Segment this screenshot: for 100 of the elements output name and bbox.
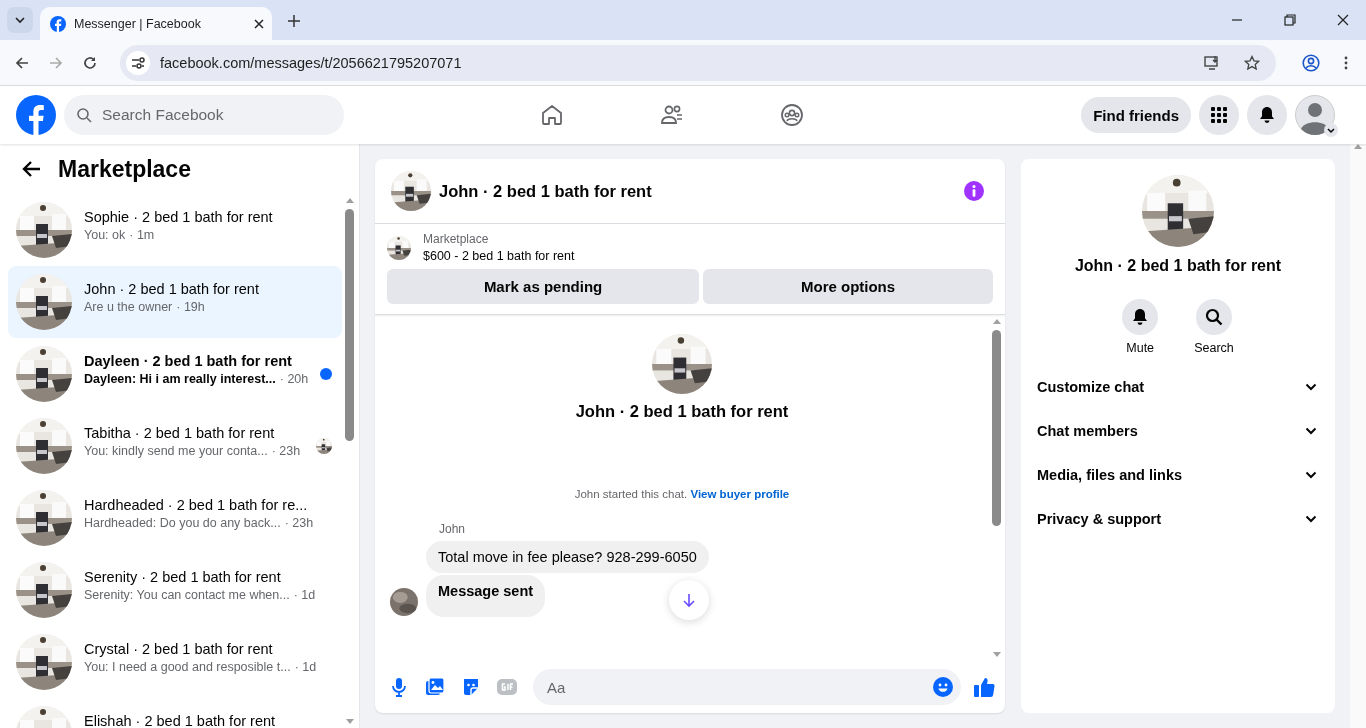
close-icon[interactable] <box>1337 14 1349 26</box>
chat-started-note: John started this chat. View buyer profile <box>574 488 790 500</box>
conversation-name: Hardheaded · 2 bed 1 bath for re... <box>84 497 309 513</box>
search-bar[interactable]: Search Facebook <box>64 95 344 135</box>
find-friends-button[interactable]: Find friends <box>1081 97 1191 133</box>
tab-title: Messenger | Facebook <box>74 16 202 31</box>
chevron-down-icon <box>1305 471 1317 479</box>
search-button[interactable] <box>1196 299 1232 335</box>
browser-tab[interactable]: Messenger | Facebook <box>40 7 272 40</box>
details-section[interactable]: Chat members <box>1021 409 1335 453</box>
conversation-item[interactable]: John · 2 bed 1 bath for rent Are u the owner · 19h <box>8 266 342 338</box>
details-section[interactable]: Media, files and links <box>1021 453 1335 497</box>
home-icon[interactable] <box>540 103 564 127</box>
conversation-item[interactable]: Dayleen · 2 bed 1 bath for rent Dayleen: Hi i am really interest... · 20h <box>8 338 342 410</box>
friends-icon[interactable] <box>660 103 684 127</box>
message-bubble: Message sent <box>426 575 546 617</box>
message-field[interactable]: Aa <box>545 677 933 697</box>
tab-list-button[interactable] <box>7 7 33 33</box>
message-preview: You: I need a good and resposible t... <box>84 660 291 674</box>
facebook-logo-icon <box>50 15 66 32</box>
profile-icon[interactable] <box>1302 53 1320 72</box>
action-label: Mute <box>1126 341 1155 355</box>
notifications-button[interactable] <box>1247 95 1287 135</box>
details-section[interactable]: Customize chat <box>1021 365 1335 409</box>
chevron-down-icon <box>1305 383 1317 391</box>
message-time: · 20h <box>279 372 309 386</box>
scroll-down-icon[interactable] <box>992 652 1001 657</box>
chevron-down-icon <box>1305 427 1317 435</box>
microphone-icon[interactable] <box>389 677 409 697</box>
scroll-down-icon[interactable] <box>345 719 354 724</box>
sidebar-title: Marketplace <box>58 155 191 183</box>
groups-icon[interactable] <box>780 103 804 127</box>
message-bar[interactable]: Aa <box>533 669 961 705</box>
message-time: · 23h <box>284 516 314 530</box>
install-app-icon[interactable] <box>1204 54 1220 71</box>
scroll-up-icon[interactable] <box>992 319 1001 324</box>
site-settings-icon[interactable] <box>126 50 150 75</box>
conversation-name: Tabitha · 2 bed 1 bath for rent <box>84 425 276 441</box>
conversation-name: Sophie · 2 bed 1 bath for rent <box>84 209 274 225</box>
page-scrollbar[interactable] <box>1350 144 1366 728</box>
listing-action-button[interactable]: Mark as pending <box>387 269 700 304</box>
search-field[interactable]: Search Facebook <box>100 105 332 125</box>
details-section[interactable]: Privacy & support <box>1021 497 1335 541</box>
sticker-icon[interactable] <box>461 677 481 697</box>
conversation-item[interactable]: Elishah · 2 bed 1 bath for rent <box>8 698 342 728</box>
reload-icon[interactable] <box>82 54 98 71</box>
action-label: Search <box>1194 341 1234 355</box>
listing-label: Marketplace <box>423 232 490 246</box>
chat-title: John · 2 bed 1 bath for rent <box>439 181 652 201</box>
scrollbar-thumb[interactable] <box>345 209 354 441</box>
close-icon[interactable] <box>254 18 264 29</box>
grid-icon <box>1210 106 1228 124</box>
photo-icon[interactable] <box>425 677 445 697</box>
message-preview: Are u the owner <box>84 300 173 314</box>
thumbs-up-icon[interactable] <box>973 676 995 698</box>
conversation-item[interactable]: Hardheaded · 2 bed 1 bath for re... Hardheaded: Do you do any back... · 23h <box>8 482 342 554</box>
message-preview: Hardheaded: Do you do any back... <box>84 516 281 530</box>
facebook-logo-icon[interactable] <box>16 95 56 135</box>
bookmark-star-icon[interactable] <box>1244 54 1260 71</box>
message-time: · 23h <box>271 444 301 458</box>
conversation-item[interactable]: Crystal · 2 bed 1 bath for rent You: I need a good and resposible t... · 1d <box>8 626 342 698</box>
back-arrow-icon[interactable] <box>22 159 42 179</box>
conversation-item[interactable]: Sophie · 2 bed 1 bath for rent You: ok · 1m <box>8 194 342 266</box>
search-icon <box>1205 308 1223 326</box>
message-time: · 19h <box>176 300 205 314</box>
message-time: · 1d <box>294 660 317 674</box>
chat-intro-name: John · 2 bed 1 bath for rent <box>575 402 789 421</box>
listing-action-button[interactable]: More options <box>703 269 993 304</box>
sender-name: John <box>439 522 467 536</box>
conversation-name: John · 2 bed 1 bath for rent <box>84 281 260 297</box>
message-preview: Serenity: You can contact me when... <box>84 588 290 602</box>
arrow-down-icon <box>681 592 697 608</box>
conversation-item[interactable]: Tabitha · 2 bed 1 bath for rent You: kindly send me your conta... · 23h <box>8 410 342 482</box>
chevron-down-icon[interactable] <box>1324 123 1338 137</box>
chevron-down-icon <box>1305 515 1317 523</box>
mute-button[interactable] <box>1122 299 1159 335</box>
message-preview: Dayleen: Hi i am really interest... <box>84 372 276 386</box>
scroll-to-bottom-button[interactable] <box>669 580 709 620</box>
restore-icon[interactable] <box>1284 14 1296 26</box>
message-time: · 1m <box>129 228 155 242</box>
conversation-name: Dayleen · 2 bed 1 bath for rent <box>84 353 293 369</box>
emoji-icon[interactable] <box>933 677 953 697</box>
details-name: John · 2 bed 1 bath for rent <box>1074 257 1282 275</box>
back-icon[interactable] <box>14 54 30 71</box>
listing-title[interactable]: $600 - 2 bed 1 bath for rent <box>423 249 575 263</box>
url-text: facebook.com/messages/t/2056621795207071 <box>160 54 462 71</box>
conversation-name: Crystal · 2 bed 1 bath for rent <box>84 641 274 657</box>
address-bar[interactable]: facebook.com/messages/t/2056621795207071 <box>120 44 1276 81</box>
scrollbar-thumb[interactable] <box>992 330 1001 526</box>
new-tab-icon[interactable] <box>288 15 300 27</box>
account-avatar-icon[interactable] <box>1295 95 1335 135</box>
bell-icon <box>1131 308 1150 326</box>
menu-grid-button[interactable] <box>1199 95 1239 135</box>
bell-icon <box>1258 106 1276 124</box>
view-buyer-profile-link[interactable]: View buyer profile <box>690 488 790 500</box>
info-icon[interactable] <box>964 181 984 201</box>
conversation-item[interactable]: Serenity · 2 bed 1 bath for rent Serenity: You can contact me when... · 1d <box>8 554 342 626</box>
message-preview: You: ok <box>84 228 126 242</box>
conversation-name: Elishah · 2 bed 1 bath for rent <box>84 713 277 728</box>
scroll-up-icon[interactable] <box>345 198 354 203</box>
